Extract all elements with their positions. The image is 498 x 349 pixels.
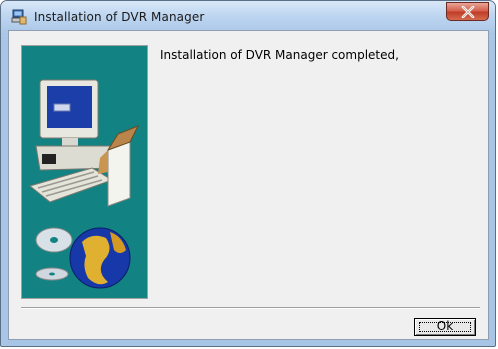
installer-icon (11, 9, 27, 25)
dialog-body: Installation of DVR Manager completed, O… (8, 30, 489, 340)
close-icon (461, 6, 475, 18)
window-title: Installation of DVR Manager (34, 10, 205, 24)
close-button[interactable] (446, 2, 489, 21)
installer-window: Installation of DVR Manager Installation… (0, 0, 496, 347)
ok-button-label: Ok (436, 319, 454, 333)
computer-and-globe-illustration (28, 79, 140, 289)
completion-message: Installation of DVR Manager completed, (160, 48, 399, 62)
ok-button[interactable]: Ok (414, 318, 476, 336)
divider (21, 307, 480, 309)
setup-banner (21, 45, 148, 299)
